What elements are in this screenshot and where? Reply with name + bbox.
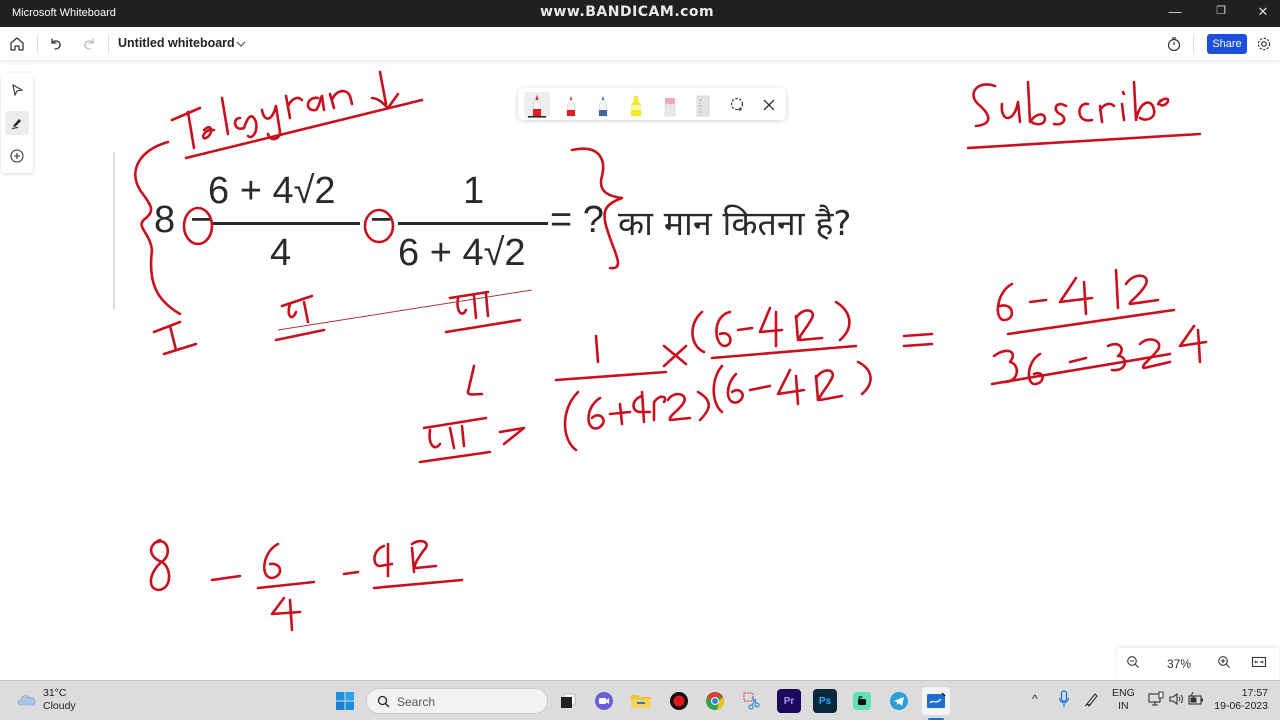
region-code: IN [1118, 700, 1129, 712]
whiteboard-icon [927, 692, 946, 708]
highlighter-tool[interactable] [623, 92, 649, 118]
cloud-icon [17, 695, 36, 706]
photoshop-app[interactable]: Ps [813, 689, 837, 713]
network-icon [1148, 691, 1164, 706]
ink-part-labels [152, 289, 533, 356]
ruler-tool[interactable] [690, 92, 716, 118]
weather-temp: 31°C [43, 687, 67, 699]
clock-time: 17:57 [1241, 687, 1268, 699]
record-icon [670, 692, 688, 710]
fit-to-screen-button[interactable] [1251, 655, 1267, 672]
pen-icon [11, 119, 21, 130]
volume-button[interactable] [1168, 691, 1184, 711]
ink-result [902, 268, 1208, 386]
pen-workspace-icon [1084, 693, 1098, 707]
telegram-app[interactable] [887, 689, 911, 713]
microphone-icon [1058, 690, 1070, 707]
weather-condition: Cloudy [43, 700, 76, 712]
file-explorer-app[interactable] [629, 689, 653, 713]
select-tool-button[interactable] [5, 78, 29, 102]
ink-circle-minus-1 [182, 206, 214, 246]
speaker-icon [1169, 692, 1183, 706]
pen-tray [518, 88, 786, 120]
video-chat-icon [595, 692, 613, 710]
task-view-button[interactable] [556, 689, 580, 713]
left-tool-rail [1, 73, 33, 173]
clock[interactable]: 17:57 19-06-2023 [1210, 687, 1268, 713]
snipping-tool-app[interactable] [740, 689, 764, 713]
inking-tool-button[interactable] [5, 111, 29, 135]
pen-tool-red[interactable] [558, 92, 584, 118]
taskbar-search[interactable]: Search [366, 688, 548, 714]
ink-right-brace [570, 147, 624, 270]
ink-bottom-expression [149, 538, 464, 632]
premiere-pro-app[interactable]: Pr [777, 689, 801, 713]
fit-to-screen-icon [1251, 656, 1267, 668]
whiteboard-app[interactable] [922, 687, 950, 715]
add-content-button[interactable] [5, 144, 29, 168]
language-code: ENG [1112, 687, 1135, 699]
battery-button[interactable] [1188, 691, 1204, 711]
pointer-icon [12, 83, 24, 97]
zoom-control: 37% [1117, 648, 1279, 680]
red-pen-icon [566, 95, 576, 117]
eraser-tool[interactable] [657, 92, 683, 118]
task-view-icon [561, 693, 576, 708]
scissors-icon [743, 692, 760, 710]
start-button[interactable] [333, 689, 357, 713]
zoom-out-button[interactable] [1126, 655, 1140, 672]
ink-subscribe [966, 80, 1202, 150]
microphone-button[interactable] [1058, 690, 1070, 712]
windows-start-icon [336, 692, 354, 710]
search-icon [377, 695, 390, 708]
ruler-icon [696, 95, 710, 117]
bandicam-app[interactable] [667, 689, 691, 713]
taskbar: 31°C Cloudy Search Pr Ps ^ ENG IN 17:57 … [0, 680, 1280, 720]
eraser-icon [664, 98, 676, 117]
meet-app[interactable] [592, 689, 616, 713]
pen-tool-red-thick[interactable] [524, 92, 550, 118]
pen-tool-blue[interactable] [590, 92, 616, 118]
zoom-level: 37% [1167, 657, 1192, 671]
chat-icon [853, 692, 871, 710]
close-tray-button[interactable] [756, 92, 782, 118]
zoom-in-button[interactable] [1217, 655, 1231, 672]
whatsapp-app[interactable] [850, 689, 874, 713]
blue-pen-icon [598, 95, 608, 117]
red-marker-icon [528, 94, 546, 118]
folder-icon [631, 695, 651, 708]
highlighter-icon [630, 95, 642, 117]
language-indicator[interactable]: ENG IN [1112, 687, 1135, 713]
plus-circle-icon [10, 149, 24, 163]
close-icon [763, 99, 775, 111]
lasso-icon [730, 97, 744, 111]
search-placeholder: Search [397, 695, 436, 709]
zoom-in-icon [1218, 656, 1230, 668]
network-button[interactable] [1148, 691, 1164, 711]
ink-left-brace [134, 140, 182, 316]
pen-menu-button[interactable] [1084, 691, 1100, 711]
telegram-icon [890, 692, 908, 710]
lasso-select-tool[interactable] [724, 92, 750, 118]
chrome-icon [706, 691, 724, 710]
weather-widget[interactable]: 31°C Cloudy [16, 687, 76, 713]
ink-telegram [170, 70, 424, 160]
clock-date: 19-06-2023 [1214, 700, 1268, 712]
zoom-out-icon [1127, 656, 1139, 668]
tray-overflow-button[interactable]: ^ [1032, 693, 1038, 706]
battery-charging-icon [1188, 691, 1203, 705]
ink-circle-minus-2 [363, 208, 395, 244]
chrome-app[interactable] [703, 689, 727, 713]
